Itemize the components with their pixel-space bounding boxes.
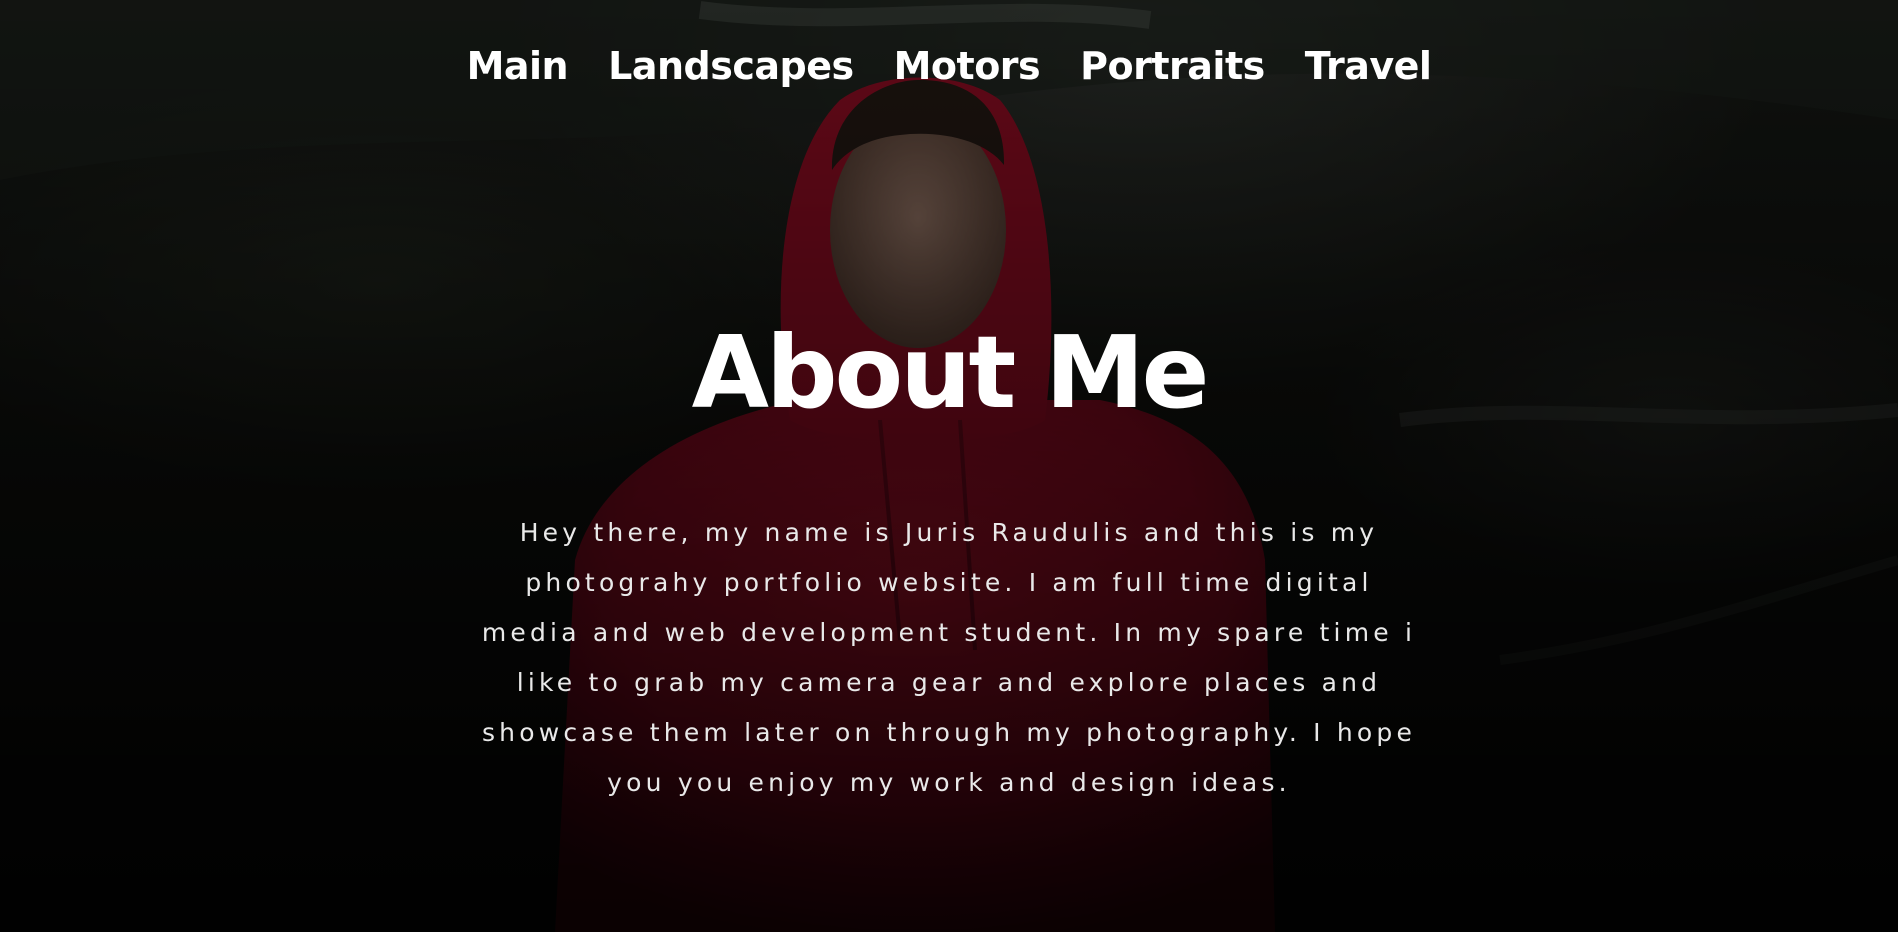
nav-link-motors[interactable]: Motors <box>894 40 1041 92</box>
nav-link-landscapes[interactable]: Landscapes <box>608 40 854 92</box>
about-page: Main Landscapes Motors Portraits Travel … <box>0 0 1898 932</box>
page-title: About Me <box>691 314 1210 431</box>
nav-link-main[interactable]: Main <box>467 40 569 92</box>
nav-link-travel[interactable]: Travel <box>1305 40 1432 92</box>
intro-paragraph: Hey there, my name is Juris Raudulis and… <box>481 518 1417 797</box>
nav-link-portraits[interactable]: Portraits <box>1080 40 1265 92</box>
main-nav: Main Landscapes Motors Portraits Travel <box>0 40 1898 92</box>
